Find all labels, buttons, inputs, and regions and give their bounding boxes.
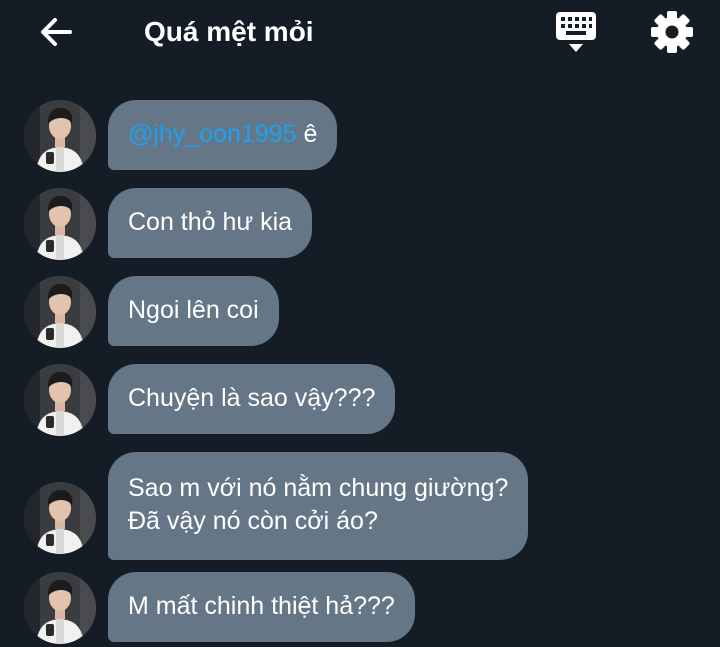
avatar[interactable]: [24, 482, 96, 554]
arrow-left-icon: [41, 18, 72, 46]
gear-icon: [651, 11, 693, 53]
keyboard-button[interactable]: [552, 10, 600, 56]
message-bubble[interactable]: Ngoi lên coi: [108, 276, 279, 346]
message-bubble[interactable]: Sao m với nó nằm chung giường? Đã vậy nó…: [108, 452, 529, 560]
message-bubble[interactable]: @jhy_oon1995 ê: [108, 100, 338, 170]
message-bubble[interactable]: M mất chinh thiệt hả???: [108, 572, 415, 642]
settings-button[interactable]: [648, 8, 696, 56]
avatar[interactable]: [24, 364, 96, 436]
avatar[interactable]: [24, 572, 96, 644]
back-button[interactable]: [36, 12, 76, 52]
message-bubble[interactable]: Chuyện là sao vậy???: [108, 364, 396, 434]
message-text: Chuyện là sao vậy???: [128, 384, 376, 412]
avatar[interactable]: [24, 100, 96, 172]
keyboard-icon: [556, 12, 596, 52]
message-text: ê: [296, 120, 318, 148]
chat-title: Quá mệt mỏi: [144, 16, 314, 47]
message-text: Ngoi lên coi: [128, 296, 259, 324]
chat-header: Quá mệt mỏi: [0, 0, 720, 66]
message-text-line: Đã vậy nó còn cởi áo?: [128, 507, 378, 535]
avatar[interactable]: [24, 276, 96, 348]
message-text: Con thỏ hư kia: [128, 208, 293, 236]
message-text: M mất chinh thiệt hả???: [128, 592, 395, 620]
message-text-line: Sao m với nó nằm chung giường?: [128, 474, 509, 502]
avatar[interactable]: [24, 188, 96, 260]
message-bubble[interactable]: Con thỏ hư kia: [108, 188, 313, 258]
mention-link[interactable]: @jhy_oon1995: [128, 120, 297, 148]
